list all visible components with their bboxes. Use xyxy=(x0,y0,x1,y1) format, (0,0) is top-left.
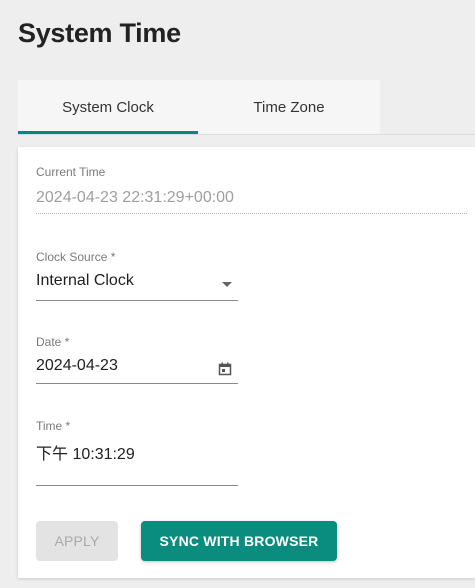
date-label: Date * xyxy=(36,335,70,349)
time-input[interactable]: 下午 10:31:29 xyxy=(36,440,135,464)
clock-source-value[interactable]: Internal Clock xyxy=(36,272,134,290)
tabs-divider xyxy=(18,134,475,135)
tab-system-clock[interactable]: System Clock xyxy=(18,80,198,134)
date-underline xyxy=(36,383,238,384)
tab-bar: System Clock Time Zone xyxy=(18,80,380,134)
system-clock-card: Current Time 2024-04-23 22:31:29+00:00 C… xyxy=(18,147,475,578)
date-input[interactable]: 2024-04-23 xyxy=(36,357,118,375)
apply-button[interactable]: APPLY xyxy=(36,521,118,561)
clock-source-label: Clock Source * xyxy=(36,250,116,264)
sync-with-browser-button[interactable]: SYNC WITH BROWSER xyxy=(141,521,337,561)
current-time-divider xyxy=(36,213,467,214)
current-time-label: Current Time xyxy=(36,165,106,179)
calendar-icon[interactable] xyxy=(218,362,232,376)
current-time-value: 2024-04-23 22:31:29+00:00 xyxy=(36,189,234,206)
time-label: Time * xyxy=(36,419,71,433)
page-title: System Time xyxy=(18,18,181,48)
clock-source-underline xyxy=(36,300,238,301)
chevron-down-icon[interactable] xyxy=(222,282,232,287)
tab-time-zone[interactable]: Time Zone xyxy=(198,80,380,134)
time-underline xyxy=(36,485,238,486)
